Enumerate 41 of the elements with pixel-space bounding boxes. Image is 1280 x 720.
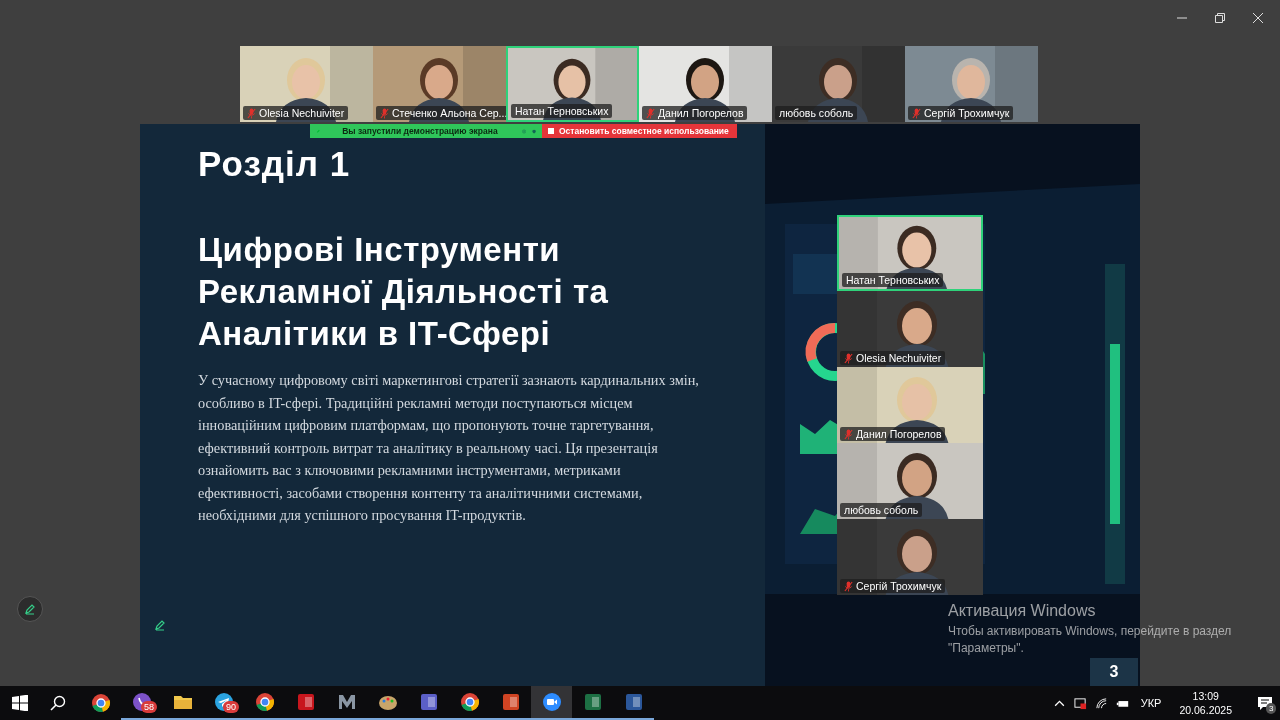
browser-icon[interactable] — [90, 693, 111, 713]
close-icon[interactable] — [1252, 12, 1264, 24]
maximize-icon[interactable] — [1214, 12, 1226, 24]
slide-paragraph: У сучасному цифровому світі маркетингові стратегії зазнають кардинальних змін, особливо в IT-сфері. Традиційні рекламні методи поступаються місцем інноваційним цифровим платформам, що пропонують точне таргетування, ефективний контроль витрат та аналітику в реальному часі. Ця презентація ознайомить вас з ключовими рекламними інструментами, метриками ефективності, засобами створення контенту та аналітичними системами, необхідними для успішного просування IT-продуктів. — [198, 371, 700, 525]
video-tile[interactable]: Сергій Трохимчук — [905, 46, 1038, 122]
clock[interactable]: 13:09 20.06.2025 — [1179, 689, 1232, 717]
taskbar-app[interactable]: 58 — [121, 686, 162, 720]
wifi-icon[interactable] — [1094, 696, 1108, 710]
video-tile[interactable]: любовь соболь — [772, 46, 905, 122]
pencil-icon[interactable] — [24, 603, 36, 615]
name-label: Сергій Трохимчук — [908, 106, 1014, 120]
document-icon[interactable] — [623, 692, 644, 712]
notification-badge: 90 — [223, 701, 239, 713]
notification-badge: 58 — [141, 701, 157, 713]
browser-icon[interactable] — [254, 692, 275, 712]
name-label: Данил Погорелов — [642, 106, 748, 120]
notifications-button[interactable]: 3 — [1250, 686, 1280, 720]
slide-section-label: Розділ 1 — [198, 144, 352, 184]
sharing-status-text: Вы запустили демонстрацию экрана — [342, 126, 498, 136]
language-indicator[interactable]: УКР — [1140, 697, 1162, 709]
name-label: Olesia Nechuiviter — [243, 106, 349, 120]
document-icon[interactable] — [295, 692, 316, 712]
browser-icon[interactable] — [459, 692, 480, 712]
pencil-icon[interactable] — [154, 619, 166, 631]
video-tile[interactable]: Данил Погорелов — [639, 46, 772, 122]
name-label: Натан Терновських — [511, 104, 613, 118]
letter-m-icon[interactable] — [336, 692, 357, 712]
slide-title: Цифрові Інструменти Рекламної Діяльності та Аналітики в IT-Сфері — [198, 230, 610, 354]
search-icon[interactable] — [50, 695, 66, 711]
video-tile[interactable]: Olesia Nechuiviter — [240, 46, 373, 122]
monitor-icon[interactable] — [1073, 696, 1087, 710]
name-label: любовь соболь — [775, 106, 858, 120]
video-camera-icon[interactable] — [541, 692, 562, 712]
taskbar-app[interactable]: 90 — [203, 686, 244, 720]
name-label: Стеченко Альона Сер... — [376, 106, 506, 120]
start-icon[interactable] — [12, 695, 28, 711]
stop-sharing-button[interactable]: Остановить совместное использование — [542, 124, 737, 138]
video-tile[interactable]: Стеченко Альона Сер... — [373, 46, 506, 122]
video-tile[interactable]: Натан Терновських — [506, 46, 639, 122]
annotate-button[interactable] — [17, 596, 43, 622]
taskbar-app[interactable] — [531, 686, 572, 720]
